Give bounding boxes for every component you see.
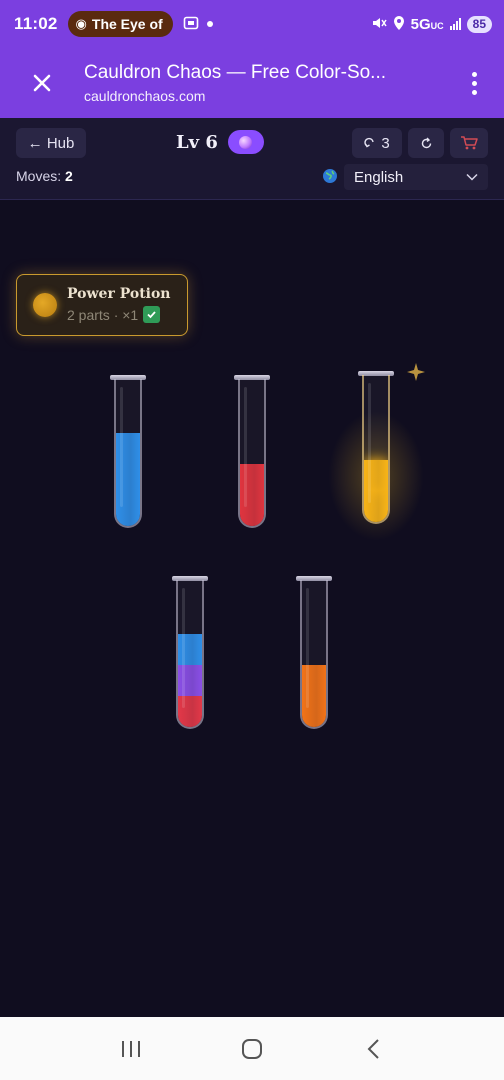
- eye-icon: ◉: [75, 16, 87, 31]
- tube-glass: [114, 379, 142, 528]
- language-value: English: [354, 168, 404, 186]
- moves-value: 2: [65, 168, 73, 184]
- test-tube[interactable]: [296, 576, 332, 730]
- close-button[interactable]: [0, 48, 84, 118]
- mute-icon: [371, 15, 387, 34]
- location-icon: [393, 15, 405, 34]
- home-button[interactable]: [232, 1029, 272, 1069]
- glass-shine: [306, 588, 309, 708]
- page-url: cauldronchaos.com: [84, 88, 206, 104]
- overflow-menu-button[interactable]: [444, 48, 504, 118]
- browser-toolbar: Cauldron Chaos — Free Color-So... cauldr…: [0, 48, 504, 118]
- home-icon: [241, 1038, 262, 1059]
- level-indicator: Lv 6: [176, 130, 264, 154]
- close-icon: [33, 74, 51, 92]
- notification-pill[interactable]: ◉ The Eye of: [67, 11, 173, 37]
- recents-button[interactable]: [111, 1029, 151, 1069]
- potion-color-swatch: [33, 293, 57, 317]
- signal-icon: [449, 18, 461, 30]
- dot-icon: [471, 71, 477, 77]
- potion-name: Power Potion: [67, 286, 171, 302]
- tube-glass: [300, 580, 328, 729]
- glass-shine: [182, 588, 185, 708]
- network-type: 5GUC: [410, 15, 444, 33]
- glass-shine: [244, 387, 247, 507]
- notification-dot: [206, 21, 213, 27]
- moves-label: Moves:: [16, 168, 62, 184]
- undo-button[interactable]: 3: [352, 128, 402, 158]
- recents-icon: [121, 1040, 140, 1057]
- restart-icon: [421, 137, 431, 148]
- browser-titles: Cauldron Chaos — Free Color-So... cauldr…: [84, 62, 444, 104]
- test-tube[interactable]: [328, 371, 424, 541]
- potion-detail: 2 parts · ×1: [67, 306, 139, 323]
- test-tube[interactable]: [110, 375, 146, 529]
- globe-icon: [323, 169, 337, 183]
- checkmark-icon: [143, 306, 161, 323]
- hub-button[interactable]: ← Hub: [16, 128, 86, 158]
- tube-glass: [176, 580, 204, 729]
- screenshot-icon: [183, 15, 199, 34]
- glass-shine: [120, 387, 123, 507]
- restart-button[interactable]: [408, 128, 444, 158]
- status-bar: 11:02 ◉ The Eye of 5GUC 85: [0, 0, 504, 48]
- undo-count: 3: [381, 134, 390, 152]
- language-select[interactable]: English: [344, 164, 488, 190]
- status-time: 11:02: [14, 14, 58, 33]
- crystal-ball-icon: [239, 135, 253, 149]
- page-title: Cauldron Chaos — Free Color-So...: [84, 62, 387, 83]
- system-nav-bar: [0, 1017, 504, 1080]
- potion-detail-row: 2 parts · ×1: [67, 306, 161, 323]
- glass-shine: [368, 383, 371, 503]
- moves-counter: Moves: 2: [16, 168, 73, 184]
- undo-icon: [364, 137, 375, 148]
- dot-icon: [471, 80, 477, 86]
- potion-target-card: Power Potion 2 parts · ×1: [16, 274, 188, 336]
- chevron-down-icon: [466, 173, 478, 181]
- game-header: ← Hub Lv 6 3 Moves: 2 English: [0, 118, 504, 200]
- notification-text: The Eye of: [91, 16, 163, 32]
- back-button[interactable]: [353, 1029, 393, 1069]
- back-icon: [367, 1038, 380, 1059]
- level-badge: [227, 130, 264, 154]
- battery-indicator: 85: [466, 15, 492, 33]
- level-label: Lv 6: [176, 131, 218, 153]
- play-area: Power Potion 2 parts · ×1: [0, 200, 504, 1017]
- shop-button[interactable]: [450, 128, 488, 158]
- tube-glass: [362, 375, 390, 524]
- status-icons: 5GUC 85: [371, 15, 492, 34]
- sparkle-icon: [407, 363, 425, 381]
- test-tube[interactable]: [172, 576, 208, 730]
- tube-glass: [238, 379, 266, 528]
- cart-icon: [461, 136, 478, 150]
- test-tube[interactable]: [234, 375, 270, 529]
- dot-icon: [471, 89, 477, 95]
